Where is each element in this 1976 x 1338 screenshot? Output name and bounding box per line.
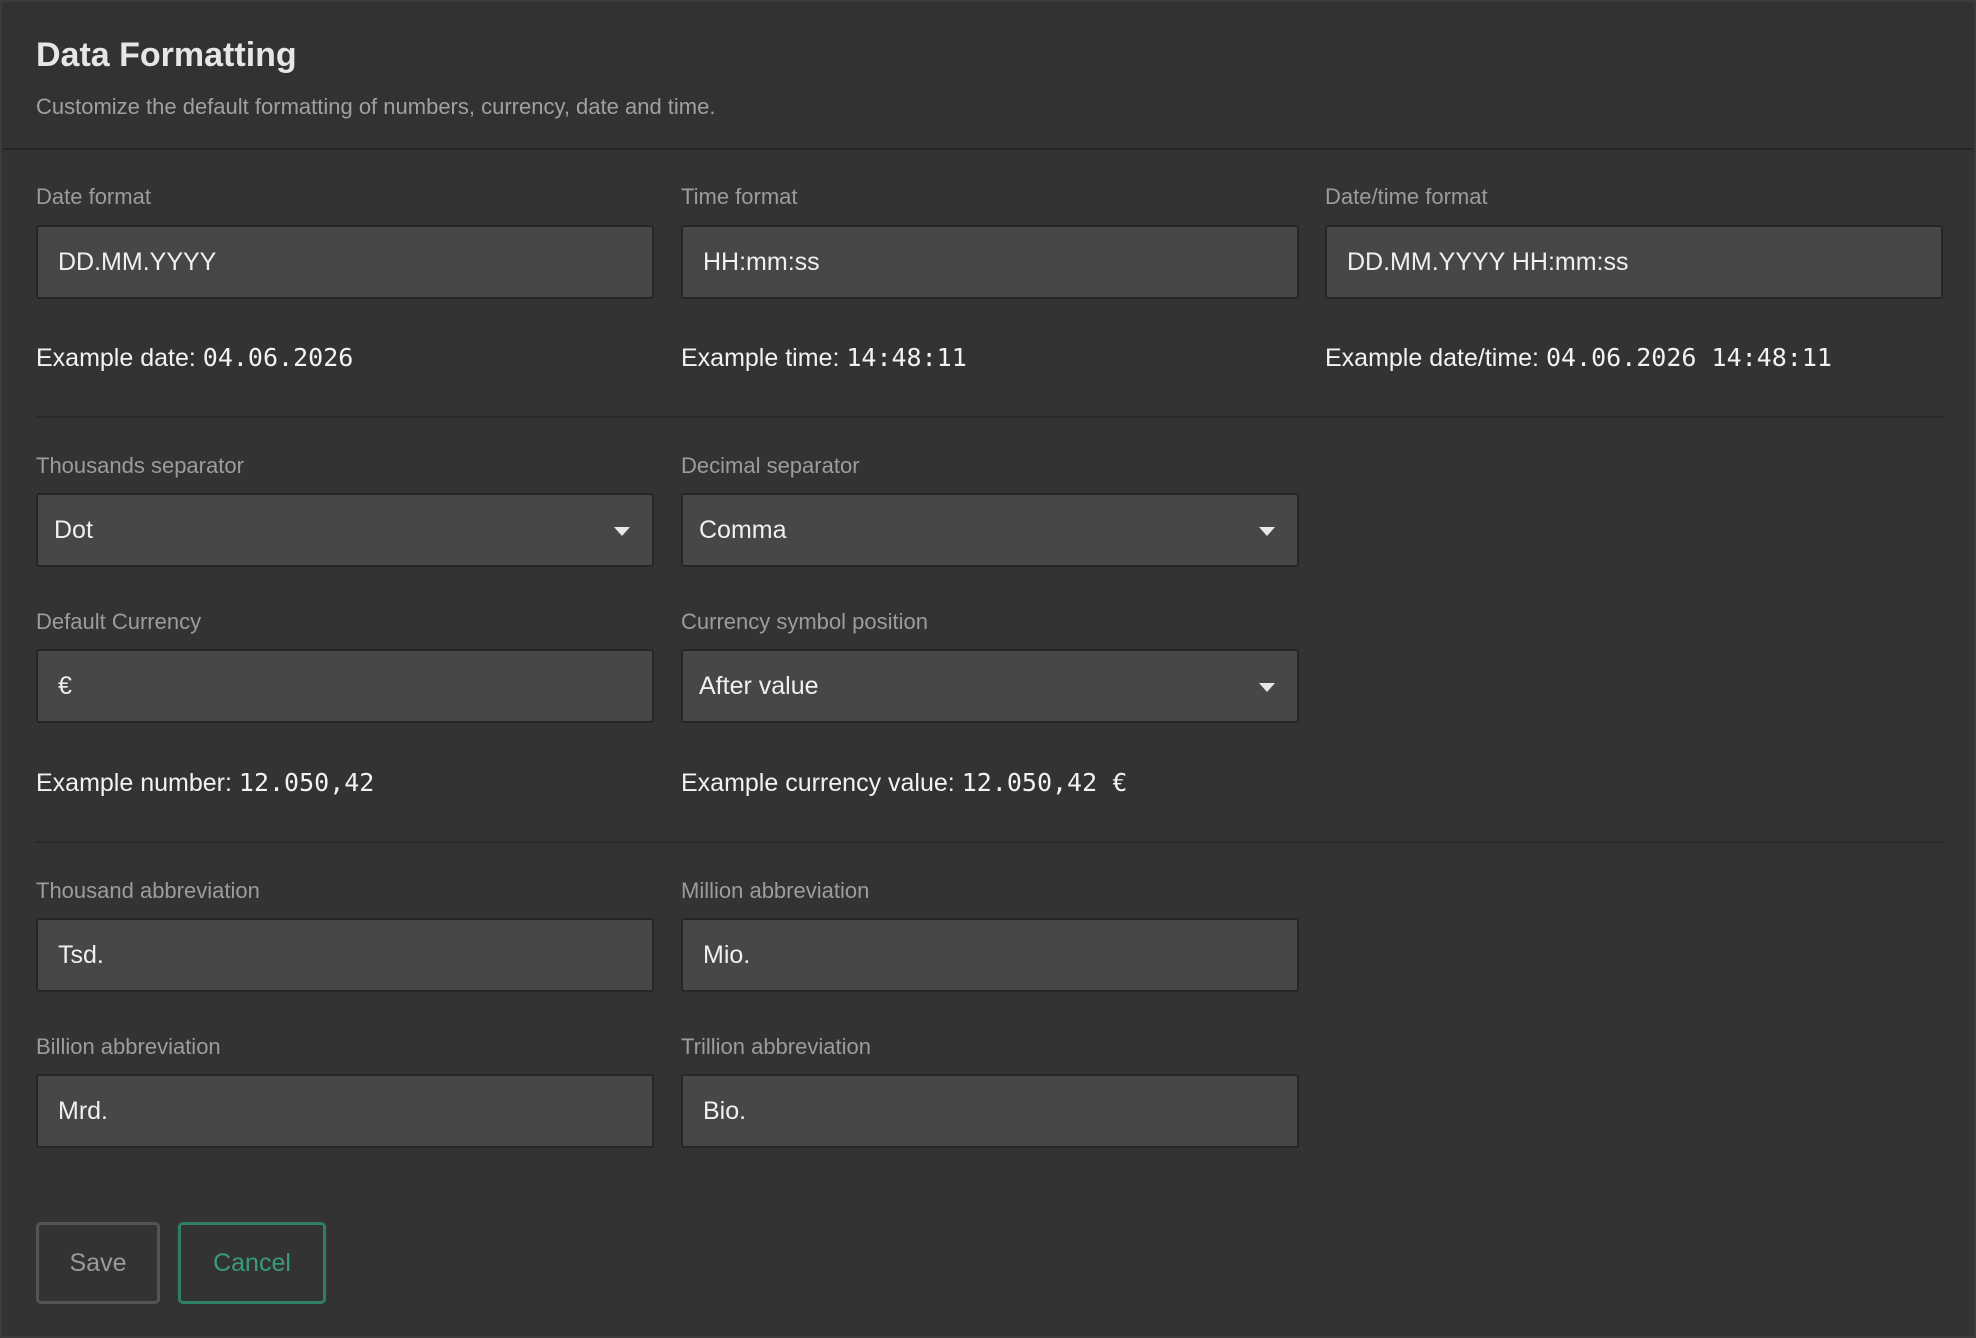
example-date-value: 04.06.2026 xyxy=(202,343,354,372)
example-number-label: Example number: xyxy=(36,769,232,797)
example-time-value: 14:48:11 xyxy=(846,343,967,372)
currency-position-label: Currency symbol position xyxy=(681,609,928,634)
example-date-label: Example date: xyxy=(36,344,196,372)
caret-down-icon xyxy=(614,527,630,536)
decimal-separator-select[interactable]: Comma xyxy=(681,493,1299,567)
example-time: Example time: 14:48:11 xyxy=(681,343,967,373)
date-format-label: Date format xyxy=(36,184,151,209)
datetime-format-input[interactable]: DD.MM.YYYY HH:mm:ss xyxy=(1325,225,1943,299)
trillion-abbreviation-input[interactable]: Bio. xyxy=(681,1074,1299,1148)
example-datetime: Example date/time: 04.06.2026 14:48:11 xyxy=(1325,343,1832,373)
currency-position-select[interactable]: After value xyxy=(681,649,1299,723)
billion-abbreviation-input[interactable]: Mrd. xyxy=(36,1074,654,1148)
thousands-separator-select[interactable]: Dot xyxy=(36,493,654,567)
thousands-separator-value: Dot xyxy=(54,516,93,544)
thousands-separator-label: Thousands separator xyxy=(36,453,244,478)
default-currency-input[interactable]: € xyxy=(36,649,654,723)
example-datetime-value: 04.06.2026 14:48:11 xyxy=(1545,343,1832,372)
currency-position-value: After value xyxy=(699,672,819,700)
million-abbreviation-input[interactable]: Mio. xyxy=(681,918,1299,992)
example-currency: Example currency value: 12.050,42 € xyxy=(681,768,1127,798)
save-button[interactable]: Save xyxy=(36,1222,160,1304)
data-formatting-panel: Data Formatting Customize the default fo… xyxy=(0,0,1976,1338)
page-subtitle: Customize the default formatting of numb… xyxy=(36,94,716,119)
thousand-abbreviation-input[interactable]: Tsd. xyxy=(36,918,654,992)
decimal-separator-label: Decimal separator xyxy=(681,453,860,478)
example-currency-label: Example currency value: xyxy=(681,769,955,797)
million-abbreviation-label: Million abbreviation xyxy=(681,878,870,903)
example-datetime-label: Example date/time: xyxy=(1325,344,1539,372)
example-time-label: Example time: xyxy=(681,344,840,372)
section-divider xyxy=(36,841,1944,843)
caret-down-icon xyxy=(1259,683,1275,692)
time-format-label: Time format xyxy=(681,184,798,209)
panel-header: Data Formatting Customize the default fo… xyxy=(2,2,1974,150)
example-date: Example date: 04.06.2026 xyxy=(36,343,353,373)
datetime-format-label: Date/time format xyxy=(1325,184,1488,209)
example-currency-value: 12.050,42 € xyxy=(961,768,1128,797)
caret-down-icon xyxy=(1259,527,1275,536)
decimal-separator-value: Comma xyxy=(699,516,787,544)
section-divider xyxy=(36,416,1944,418)
example-number-value: 12.050,42 xyxy=(238,768,375,797)
trillion-abbreviation-label: Trillion abbreviation xyxy=(681,1034,871,1059)
date-format-input[interactable]: DD.MM.YYYY xyxy=(36,225,654,299)
time-format-input[interactable]: HH:mm:ss xyxy=(681,225,1299,299)
billion-abbreviation-label: Billion abbreviation xyxy=(36,1034,221,1059)
example-number: Example number: 12.050,42 xyxy=(36,768,374,798)
page-title: Data Formatting xyxy=(36,36,297,74)
default-currency-label: Default Currency xyxy=(36,609,202,634)
cancel-button[interactable]: Cancel xyxy=(178,1222,326,1304)
thousand-abbreviation-label: Thousand abbreviation xyxy=(36,878,260,903)
